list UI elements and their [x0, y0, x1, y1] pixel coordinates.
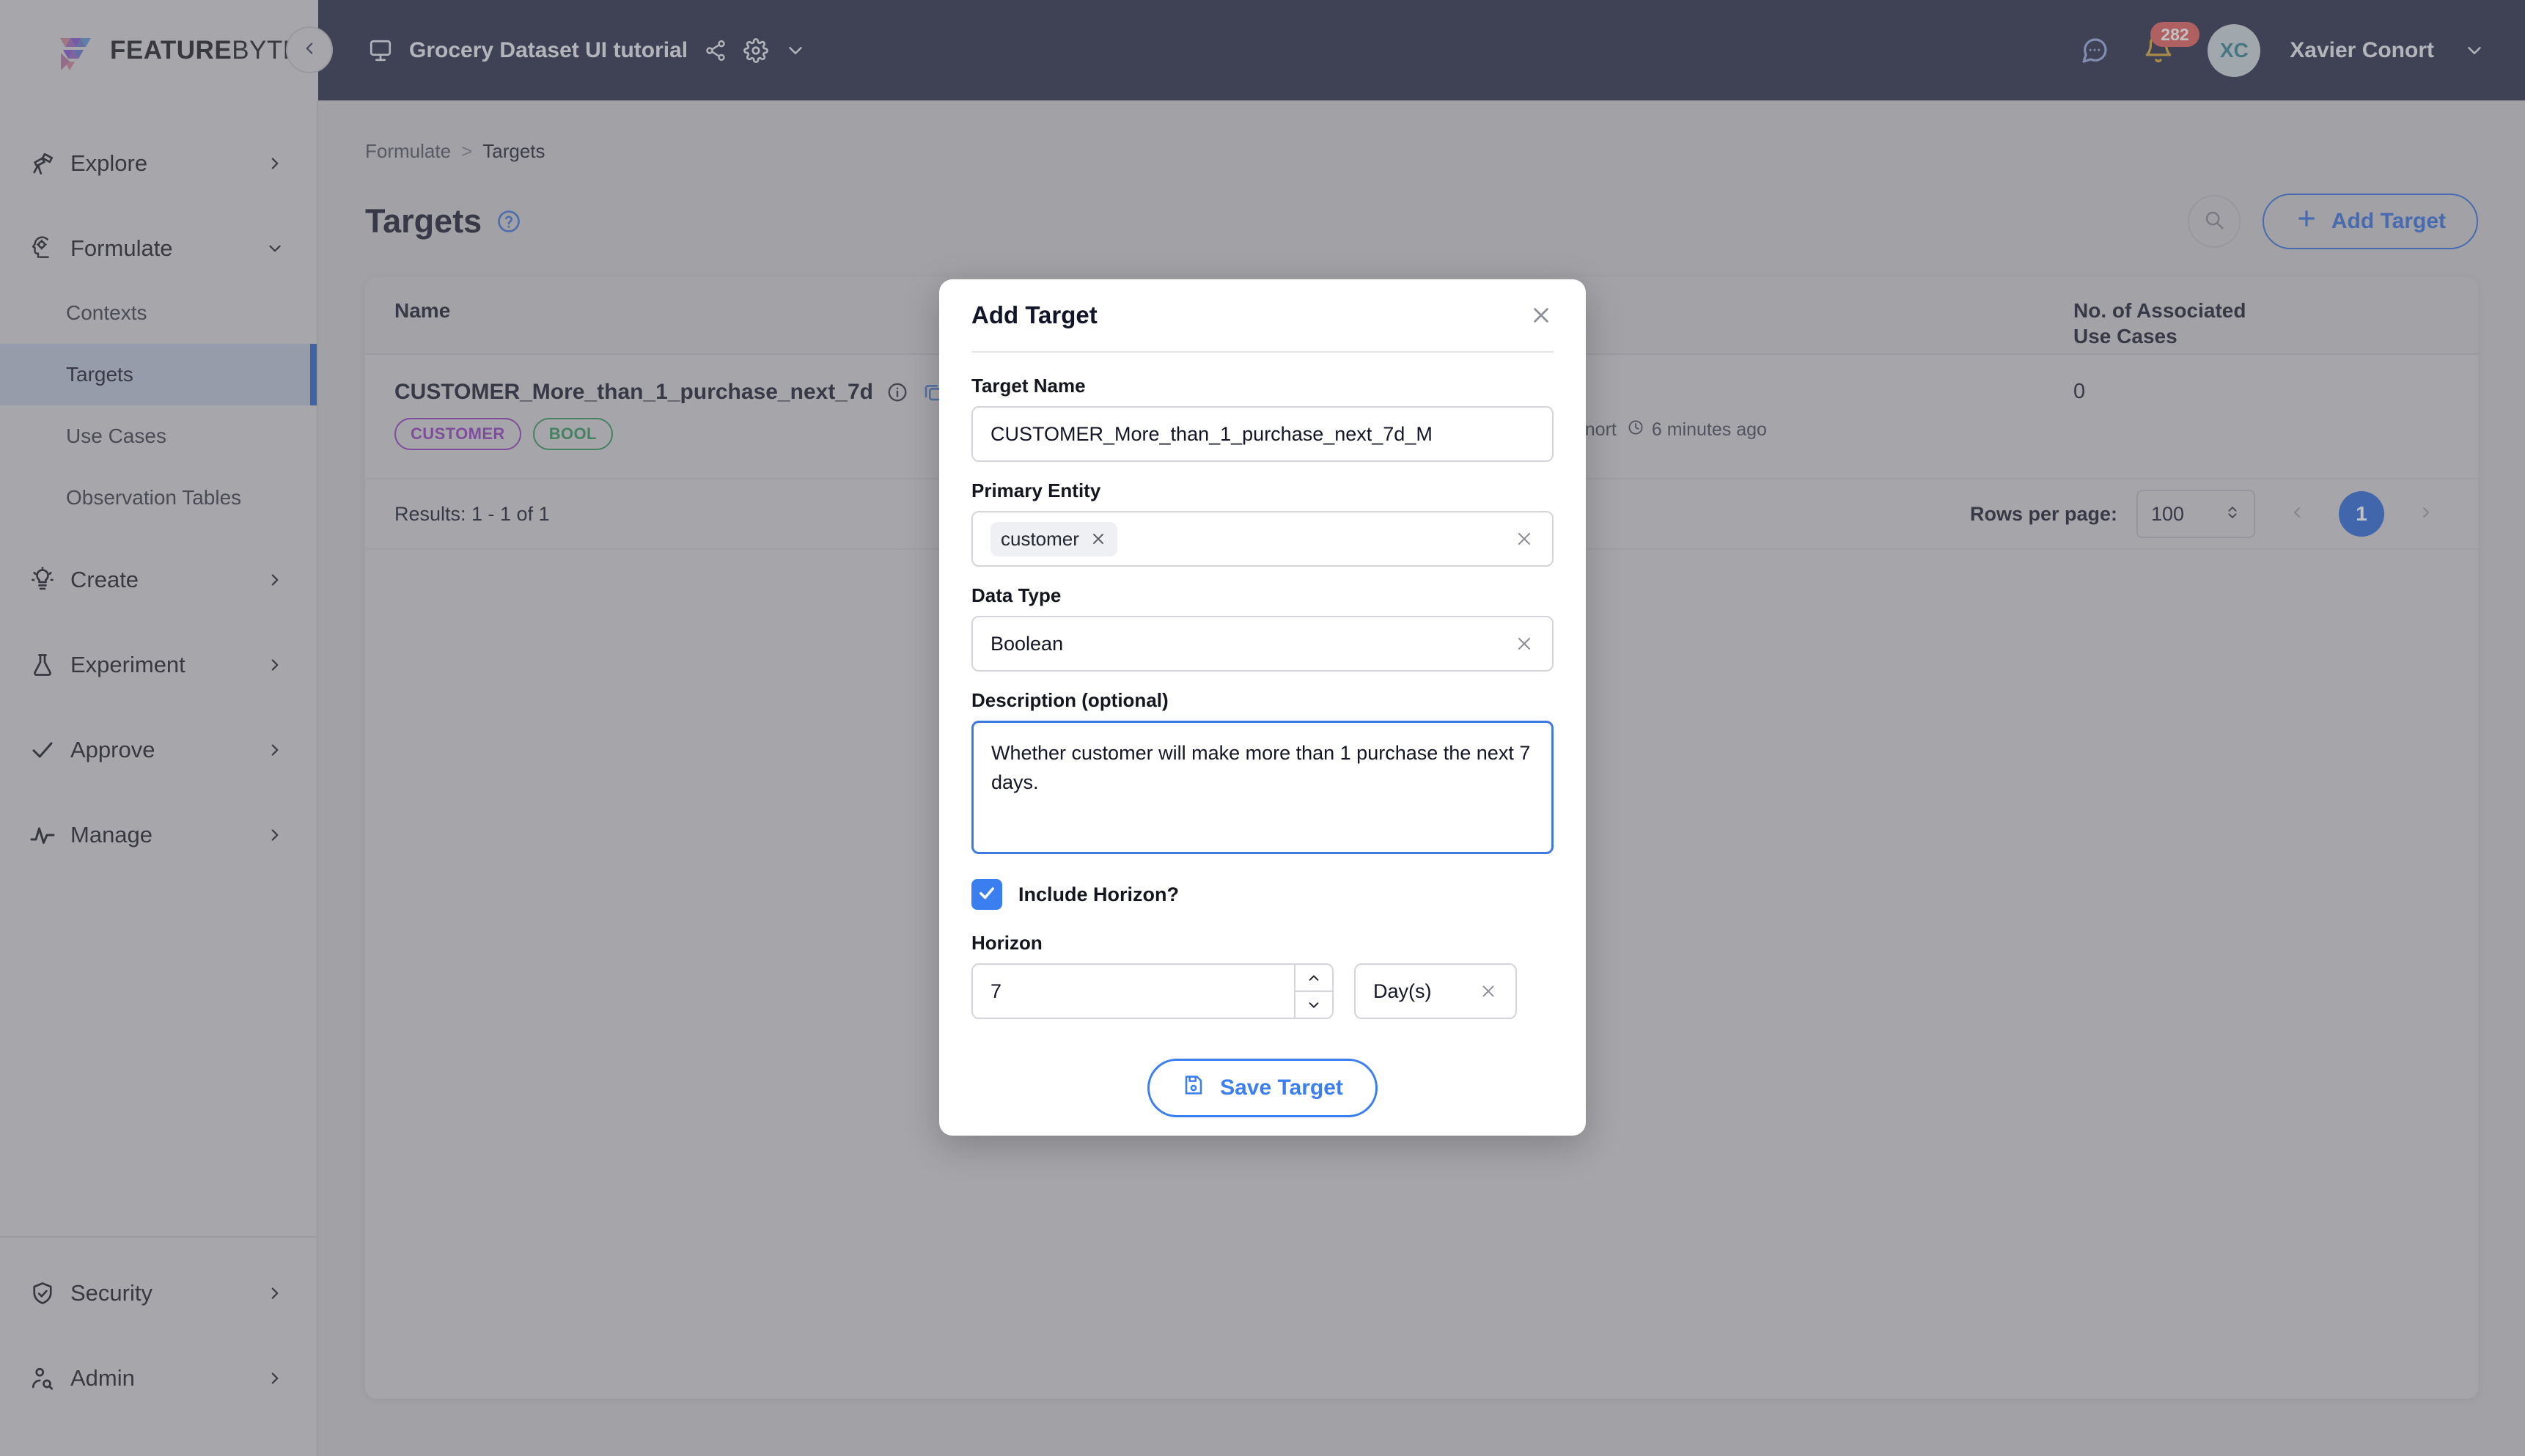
include-horizon-label: Include Horizon?	[1018, 883, 1179, 905]
data-type-label: Data Type	[971, 584, 1062, 606]
field-data-type: Data Type Boolean	[971, 584, 1554, 672]
dialog-body: Target Name CUSTOMER_More_than_1_purchas…	[971, 353, 1554, 1117]
check-icon	[977, 883, 997, 907]
chevron-down-icon[interactable]	[1295, 990, 1332, 1018]
include-horizon-row[interactable]: Include Horizon?	[971, 879, 1554, 910]
horizon-spinner[interactable]	[1294, 965, 1332, 1018]
data-type-value: Boolean	[990, 632, 1064, 655]
chip-remove-close-icon[interactable]	[1089, 530, 1107, 548]
description-textarea[interactable]: Whether customer will make more than 1 p…	[971, 721, 1554, 854]
target-name-label: Target Name	[971, 375, 1086, 397]
horizon-label: Horizon	[971, 932, 1043, 954]
primary-entity-chip-label: customer	[1001, 527, 1079, 550]
horizon-unit-value: Day(s)	[1373, 979, 1432, 1002]
field-horizon: Horizon 7 Day(s)	[971, 932, 1554, 1019]
horizon-number-stepper[interactable]: 7	[971, 963, 1334, 1019]
add-target-dialog: Add Target Target Name CUSTOMER_More_tha…	[939, 279, 1586, 1136]
data-type-clear-close-icon[interactable]	[1514, 633, 1535, 654]
save-target-button-label: Save Target	[1220, 1076, 1343, 1100]
field-primary-entity: Primary Entity customer	[971, 479, 1554, 567]
close-icon[interactable]	[1529, 303, 1554, 328]
save-icon	[1182, 1073, 1205, 1103]
horizon-controls: 7 Day(s)	[971, 963, 1554, 1019]
horizon-unit-select[interactable]: Day(s)	[1354, 963, 1517, 1019]
primary-entity-chip[interactable]: customer	[990, 521, 1117, 556]
field-description: Description (optional) Whether customer …	[971, 689, 1554, 854]
dialog-header: Add Target	[971, 279, 1554, 353]
target-name-input[interactable]: CUSTOMER_More_than_1_purchase_next_7d_M	[971, 406, 1554, 462]
dialog-footer: Save Target	[971, 1059, 1554, 1117]
horizon-value: 7	[990, 979, 1002, 1002]
include-horizon-checkbox[interactable]	[971, 879, 1002, 910]
field-target-name: Target Name CUSTOMER_More_than_1_purchas…	[971, 375, 1554, 462]
target-name-value: CUSTOMER_More_than_1_purchase_next_7d_M	[990, 422, 1433, 445]
save-target-button[interactable]: Save Target	[1147, 1059, 1378, 1117]
horizon-unit-clear-close-icon[interactable]	[1479, 982, 1498, 1001]
primary-entity-select[interactable]: customer	[971, 511, 1554, 567]
primary-entity-clear-close-icon[interactable]	[1514, 529, 1535, 549]
primary-entity-label: Primary Entity	[971, 479, 1101, 501]
description-label: Description (optional)	[971, 689, 1169, 711]
chevron-up-icon[interactable]	[1295, 965, 1332, 990]
data-type-select[interactable]: Boolean	[971, 616, 1554, 672]
dialog-title: Add Target	[971, 301, 1098, 328]
